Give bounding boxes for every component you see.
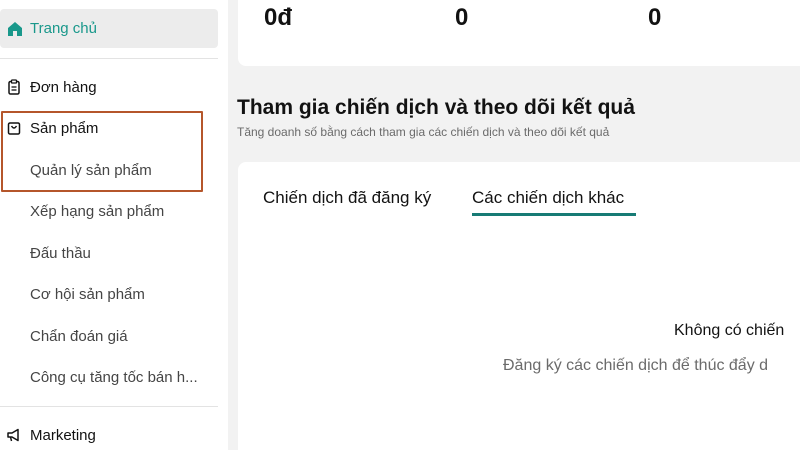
stat-value-revenue: 0đ bbox=[264, 4, 293, 31]
sidebar-item-product-management[interactable]: Quản lý sản phẩm bbox=[30, 157, 152, 183]
sidebar-item-price-diagnosis[interactable]: Chẩn đoán giá bbox=[30, 323, 128, 349]
stats-card: 0đ 0 0 bbox=[238, 0, 800, 66]
sidebar-item-label: Đấu thầu bbox=[30, 244, 91, 262]
sidebar-item-marketing[interactable]: Marketing bbox=[0, 420, 218, 450]
empty-state-description: Đăng ký các chiến dịch để thúc đẩy d bbox=[503, 357, 769, 374]
sidebar-item-product-ranking[interactable]: Xếp hạng sản phẩm bbox=[30, 198, 164, 224]
sidebar-item-label: Chẩn đoán giá bbox=[30, 327, 128, 345]
sidebar-divider bbox=[0, 58, 218, 59]
sidebar-item-label: Công cụ tăng tốc bán h... bbox=[30, 368, 198, 386]
home-icon bbox=[8, 21, 22, 36]
empty-state-title: Không có chiến bbox=[674, 322, 785, 339]
sidebar: Trang chủ Đơn hàng Sản phẩm Quản lý sản … bbox=[0, 0, 228, 450]
sidebar-item-label: Marketing bbox=[30, 426, 96, 444]
sidebar-item-label: Trang chủ bbox=[30, 20, 97, 37]
section-title: Tham gia chiến dịch và theo dõi kết quả bbox=[237, 96, 635, 119]
sidebar-divider bbox=[0, 406, 218, 407]
clipboard-icon bbox=[8, 79, 20, 95]
app-window: Trang chủ Đơn hàng Sản phẩm Quản lý sản … bbox=[0, 0, 800, 450]
tab-registered-campaigns[interactable]: Chiến dịch đã đăng ký bbox=[263, 188, 431, 208]
sidebar-item-bidding[interactable]: Đấu thầu bbox=[30, 240, 91, 266]
sidebar-item-product-opportunities[interactable]: Cơ hội sản phẩm bbox=[30, 281, 145, 307]
sidebar-item-orders[interactable]: Đơn hàng bbox=[0, 72, 218, 102]
main-content: 0đ 0 0 Tham gia chiến dịch và theo dõi k… bbox=[228, 0, 800, 450]
megaphone-icon bbox=[7, 428, 19, 442]
sidebar-item-products[interactable]: Sản phẩm bbox=[0, 113, 218, 143]
sidebar-item-label: Xếp hạng sản phẩm bbox=[30, 202, 165, 220]
tab-other-campaigns[interactable]: Các chiến dịch khác bbox=[472, 188, 624, 208]
sidebar-item-label: Quản lý sản phẩm bbox=[30, 161, 152, 179]
stat-value: 0 bbox=[648, 4, 662, 31]
sidebar-item-label: Đơn hàng bbox=[30, 78, 97, 96]
sidebar-item-sales-accelerator[interactable]: Công cụ tăng tốc bán h... bbox=[30, 364, 198, 390]
shopping-bag-icon bbox=[7, 122, 21, 135]
sidebar-item-label: Sản phẩm bbox=[30, 119, 99, 137]
active-tab-indicator bbox=[472, 213, 636, 216]
sidebar-item-label: Cơ hội sản phẩm bbox=[30, 285, 145, 303]
campaign-card: Chiến dịch đã đăng ký Các chiến dịch khá… bbox=[238, 162, 800, 450]
stat-value: 0 bbox=[455, 4, 469, 31]
section-subtitle: Tăng doanh số bằng cách tham gia các chi… bbox=[237, 125, 610, 139]
sidebar-item-home[interactable]: Trang chủ bbox=[0, 9, 218, 48]
